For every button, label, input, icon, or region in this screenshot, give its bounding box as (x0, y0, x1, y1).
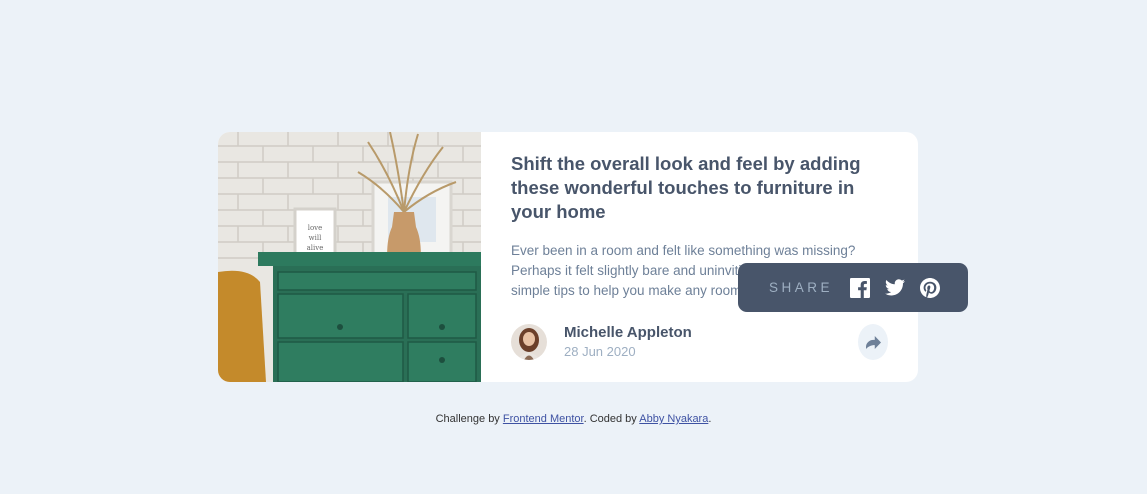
share-arrow-icon (865, 335, 881, 349)
author-info: Michelle Appleton 28 Jun 2020 (511, 323, 692, 361)
pinterest-icon[interactable] (920, 277, 941, 298)
twitter-icon[interactable] (885, 279, 906, 296)
share-popup: SHARE (738, 263, 968, 312)
share-button[interactable] (858, 324, 888, 360)
author-name: Michelle Appleton (564, 324, 692, 341)
attribution-suffix: . (708, 413, 712, 425)
svg-text:love: love (308, 224, 323, 232)
article-image: love will alive (218, 132, 481, 382)
frontend-mentor-link[interactable]: Frontend Mentor (503, 413, 584, 425)
article-content: Shift the overall look and feel by addin… (481, 132, 918, 382)
attribution: Challenge by Frontend Mentor. Coded by A… (0, 413, 1147, 425)
article-headline: Shift the overall look and feel by addin… (511, 153, 861, 222)
facebook-icon[interactable] (850, 277, 871, 298)
attribution-middle: . Coded by (583, 413, 640, 425)
avatar (511, 324, 547, 360)
author-date: 28 Jun 2020 (564, 344, 636, 359)
author-text: Michelle Appleton 28 Jun 2020 (564, 323, 692, 361)
share-label: SHARE (769, 280, 834, 295)
author-link[interactable]: Abby Nyakara (639, 413, 708, 425)
attribution-prefix: Challenge by (435, 413, 503, 425)
svg-text:will: will (309, 234, 322, 242)
svg-text:alive: alive (307, 244, 324, 252)
article-card: love will alive Shift the overall look a… (218, 132, 918, 382)
